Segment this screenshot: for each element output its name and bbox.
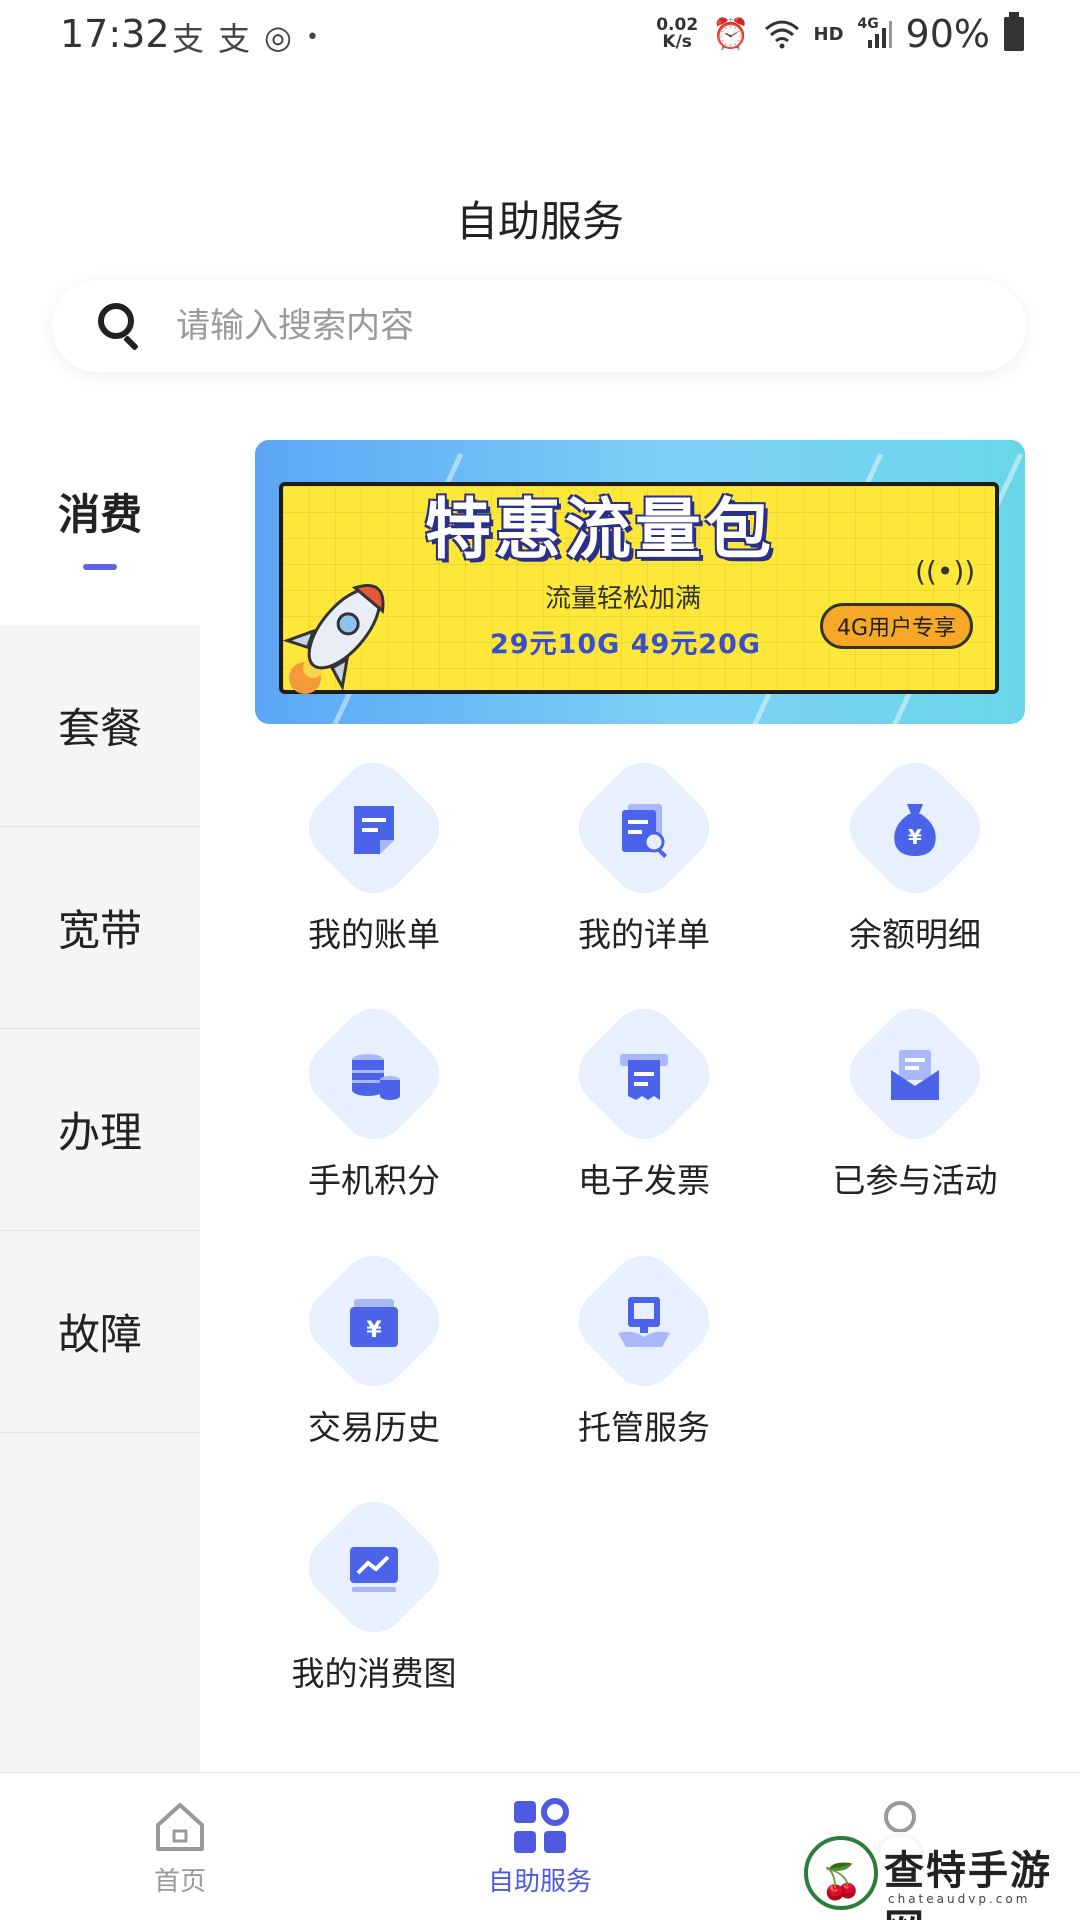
watermark: 🍒 查特手游网 chateaudvp.com [800, 1832, 1080, 1920]
chart-monitor-icon [350, 1547, 398, 1592]
banner-price: 29元10G 49元20G [490, 629, 762, 660]
promo-banner[interactable]: 特惠流量包 ((•)) 流量轻松加满 29元10G 49元20G 4G用户专享 [255, 440, 1025, 724]
detail-list-icon [622, 804, 667, 858]
money-bag-icon: ¥ [894, 804, 936, 856]
alipay-icon: 支 [172, 20, 205, 58]
service-phone-points[interactable]: 手机积分 [254, 994, 494, 1218]
broadcast-icon: ((•)) [915, 555, 976, 588]
service-joined-activities[interactable]: 已参与活动 [795, 994, 1035, 1218]
tab-self-service[interactable]: 自助服务 [470, 1773, 610, 1920]
service-transaction-history[interactable]: ¥ 交易历史 [254, 1241, 494, 1465]
watermark-text: 查特手游网 [884, 1848, 1052, 1920]
rocket-icon [283, 584, 385, 694]
status-right: 0.02 K/s ⏰ HD 4G 90% [656, 12, 1024, 56]
wifi-icon [764, 20, 799, 49]
service-my-bill[interactable]: 我的账单 [254, 748, 494, 972]
banner-badge: 4G用户专享 [820, 603, 974, 649]
sidebar-item-package[interactable]: 套餐 [0, 625, 200, 827]
search-input[interactable] [176, 306, 956, 346]
svg-text:¥: ¥ [366, 1318, 382, 1343]
banner-title: 特惠流量包 [425, 491, 775, 568]
sidebar-item-handle[interactable]: 办理 [0, 1029, 200, 1231]
alarm-icon: ⏰ [712, 16, 750, 52]
sidebar-item-fault[interactable]: 故障 [0, 1231, 200, 1433]
battery-percent: 90% [905, 12, 990, 56]
home-icon [156, 1803, 204, 1851]
alipay-icon: 支 [218, 20, 251, 58]
search-icon [96, 301, 146, 351]
svg-text:¥: ¥ [908, 825, 922, 849]
active-indicator [83, 563, 117, 570]
hosting-icon [618, 1297, 670, 1347]
coins-icon [352, 1054, 400, 1100]
service-my-detail[interactable]: 我的详单 [524, 748, 764, 972]
watermark-url: chateaudvp.com [888, 1892, 1031, 1906]
service-e-invoice[interactable]: 电子发票 [524, 994, 764, 1218]
notification-icons: 支 支 ◎ • [172, 14, 319, 60]
sidebar-item-broadband[interactable]: 宽带 [0, 827, 200, 1029]
cell-signal-icon: 4G [858, 16, 892, 50]
battery-icon [1004, 12, 1024, 51]
dot-icon: • [305, 24, 319, 50]
sidebar-item-consumption[interactable]: 消费 [0, 425, 200, 625]
service-my-consumption-chart[interactable]: 我的消费图 [254, 1487, 494, 1711]
service-hosting[interactable]: 托管服务 [524, 1241, 764, 1465]
hd-indicator: HD [813, 23, 844, 45]
service-balance-detail[interactable]: ¥ 余额明细 [795, 748, 1035, 972]
status-time: 17:32 [60, 12, 170, 56]
grid-icon [514, 1798, 569, 1853]
search-bar[interactable] [52, 280, 1026, 372]
tab-home[interactable]: 首页 [110, 1773, 250, 1920]
transaction-icon: ¥ [350, 1299, 398, 1347]
page-title: 自助服务 [455, 197, 624, 246]
bill-icon [354, 806, 394, 854]
envelope-icon [891, 1050, 939, 1100]
app-notification-icon: ◎ [264, 18, 292, 56]
status-bar: 17:32 支 支 ◎ • 0.02 K/s ⏰ HD 4G 90% [0, 0, 1080, 70]
net-speed: 0.02 K/s [656, 15, 699, 52]
category-sidebar: 消费 套餐 宽带 办理 故障 [0, 425, 200, 1772]
banner-subtitle: 流量轻松加满 [545, 584, 702, 614]
cherry-icon: 🍒 [820, 1862, 863, 1902]
invoice-icon [620, 1054, 668, 1100]
